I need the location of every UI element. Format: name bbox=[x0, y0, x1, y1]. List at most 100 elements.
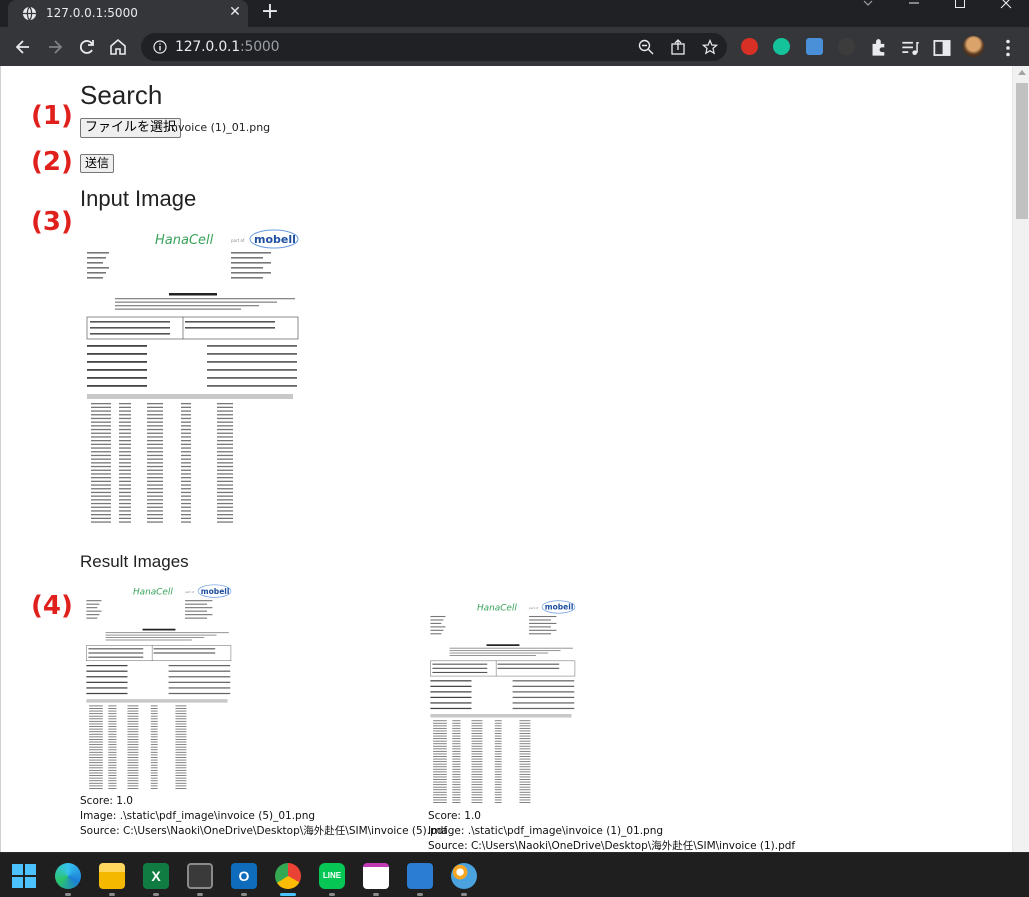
intro-line bbox=[105, 634, 217, 636]
paint-icon[interactable] bbox=[451, 863, 477, 889]
notepad-icon[interactable] bbox=[407, 863, 433, 889]
minimize-icon[interactable] bbox=[891, 0, 937, 27]
windows-start-icon[interactable] bbox=[11, 863, 37, 889]
excel-icon[interactable]: X bbox=[143, 863, 169, 889]
summary-label bbox=[430, 702, 472, 704]
usage-table-header bbox=[87, 394, 293, 399]
usage-row-volume bbox=[494, 753, 502, 755]
maximize-icon[interactable] bbox=[937, 0, 983, 27]
company-address-line bbox=[185, 610, 207, 612]
usage-row-time bbox=[119, 447, 131, 449]
back-icon[interactable] bbox=[13, 37, 33, 57]
usage-row-type bbox=[519, 727, 531, 729]
usage-row-date bbox=[91, 499, 111, 501]
info-icon[interactable] bbox=[153, 40, 167, 54]
s-extension-icon[interactable] bbox=[806, 38, 823, 55]
usage-row-number bbox=[471, 784, 483, 786]
usage-row-number bbox=[127, 720, 139, 722]
reload-icon[interactable] bbox=[77, 37, 97, 57]
usage-row-volume bbox=[150, 749, 158, 751]
usage-row-type bbox=[175, 733, 187, 735]
menu-kebab-icon[interactable] bbox=[998, 38, 1018, 58]
usage-row-number bbox=[127, 749, 139, 751]
usage-row-time bbox=[452, 796, 461, 798]
usage-row-time bbox=[452, 758, 461, 760]
usage-row-type bbox=[519, 768, 531, 770]
grammarly-extension-icon[interactable] bbox=[773, 38, 790, 55]
usage-row-number bbox=[127, 731, 139, 733]
url-text[interactable]: 127.0.0.1:5000 bbox=[175, 39, 280, 55]
input-image-heading: Input Image bbox=[80, 186, 197, 211]
usage-row-type bbox=[175, 767, 187, 769]
address-line bbox=[86, 614, 100, 616]
address-bar[interactable]: 127.0.0.1:5000 bbox=[141, 33, 727, 61]
home-icon[interactable] bbox=[108, 37, 128, 57]
summary-label bbox=[86, 692, 128, 695]
usage-row-time bbox=[108, 772, 117, 774]
close-tab-icon[interactable]: ✕ bbox=[228, 4, 242, 18]
outlook-icon[interactable]: O bbox=[231, 863, 257, 889]
usage-row-number bbox=[147, 417, 163, 420]
usage-row-date bbox=[433, 725, 447, 727]
usage-row-number bbox=[147, 480, 163, 482]
line-app-icon[interactable]: LINE bbox=[319, 863, 345, 889]
invoice-info-line bbox=[497, 663, 560, 665]
result-2-source-path: Source: C:\Users\Naoki\OneDrive\Desktop\… bbox=[428, 840, 796, 852]
edge-browser-icon[interactable] bbox=[55, 863, 81, 889]
m-extension-icon[interactable] bbox=[838, 38, 855, 55]
usage-row-time bbox=[108, 738, 117, 740]
usage-row-date bbox=[433, 796, 447, 798]
usage-row-type bbox=[217, 421, 233, 423]
snipping-tool-icon[interactable] bbox=[363, 863, 389, 889]
file-explorer-icon[interactable] bbox=[99, 863, 125, 889]
account-line bbox=[90, 333, 170, 335]
scrollbar-thumb[interactable] bbox=[1016, 83, 1028, 219]
usage-row-time bbox=[119, 432, 131, 434]
usage-row-time bbox=[108, 759, 117, 761]
vertical-scrollbar[interactable] bbox=[1012, 66, 1029, 852]
usage-row-number bbox=[127, 733, 139, 735]
choose-file-button[interactable]: ファイルを選択 bbox=[80, 118, 182, 138]
share-icon[interactable] bbox=[670, 39, 686, 55]
tab-search-icon[interactable] bbox=[845, 0, 891, 27]
extensions-puzzle-icon[interactable] bbox=[869, 38, 889, 58]
invoice-info-line bbox=[185, 327, 275, 329]
usage-row-date bbox=[89, 733, 103, 735]
usage-row-date bbox=[433, 720, 447, 722]
usage-row-date bbox=[91, 469, 111, 471]
usage-row-type bbox=[519, 763, 531, 765]
hanacell-logo: HanaCell bbox=[155, 233, 214, 248]
terminal-icon[interactable] bbox=[187, 863, 213, 889]
usage-row-number bbox=[147, 462, 163, 464]
intro-line bbox=[105, 637, 205, 638]
submit-button[interactable]: 送信 bbox=[80, 154, 115, 173]
usage-row-volume bbox=[494, 720, 502, 722]
usage-row-date bbox=[91, 517, 111, 519]
browser-tab[interactable]: 127.0.0.1:5000 ✕ bbox=[8, 0, 248, 27]
chrome-icon[interactable] bbox=[275, 863, 301, 889]
company-address-line bbox=[231, 272, 271, 274]
usage-row-type bbox=[175, 738, 187, 740]
adblock-extension-icon[interactable] bbox=[741, 38, 758, 55]
usage-row-time bbox=[119, 454, 131, 457]
close-window-icon[interactable] bbox=[983, 0, 1029, 27]
usage-row-time bbox=[452, 799, 461, 801]
usage-row-date bbox=[91, 462, 111, 464]
account-line bbox=[88, 648, 144, 650]
forward-icon[interactable] bbox=[45, 37, 65, 57]
usage-row-time bbox=[452, 743, 461, 745]
new-tab-icon[interactable]: + bbox=[260, 1, 280, 23]
usage-row-date bbox=[91, 514, 111, 516]
side-panel-icon[interactable] bbox=[932, 38, 952, 58]
profile-avatar[interactable] bbox=[963, 36, 984, 57]
scroll-up-arrow-icon[interactable] bbox=[1018, 70, 1026, 75]
zoom-icon[interactable] bbox=[638, 39, 654, 55]
usage-row-date bbox=[89, 762, 103, 764]
address-line bbox=[87, 272, 106, 274]
usage-row-type bbox=[217, 458, 233, 460]
bookmark-star-icon[interactable] bbox=[702, 39, 718, 55]
usage-row-date bbox=[91, 488, 111, 490]
media-control-icon[interactable] bbox=[900, 38, 920, 58]
company-address-line bbox=[185, 614, 213, 616]
summary-label bbox=[86, 670, 128, 672]
